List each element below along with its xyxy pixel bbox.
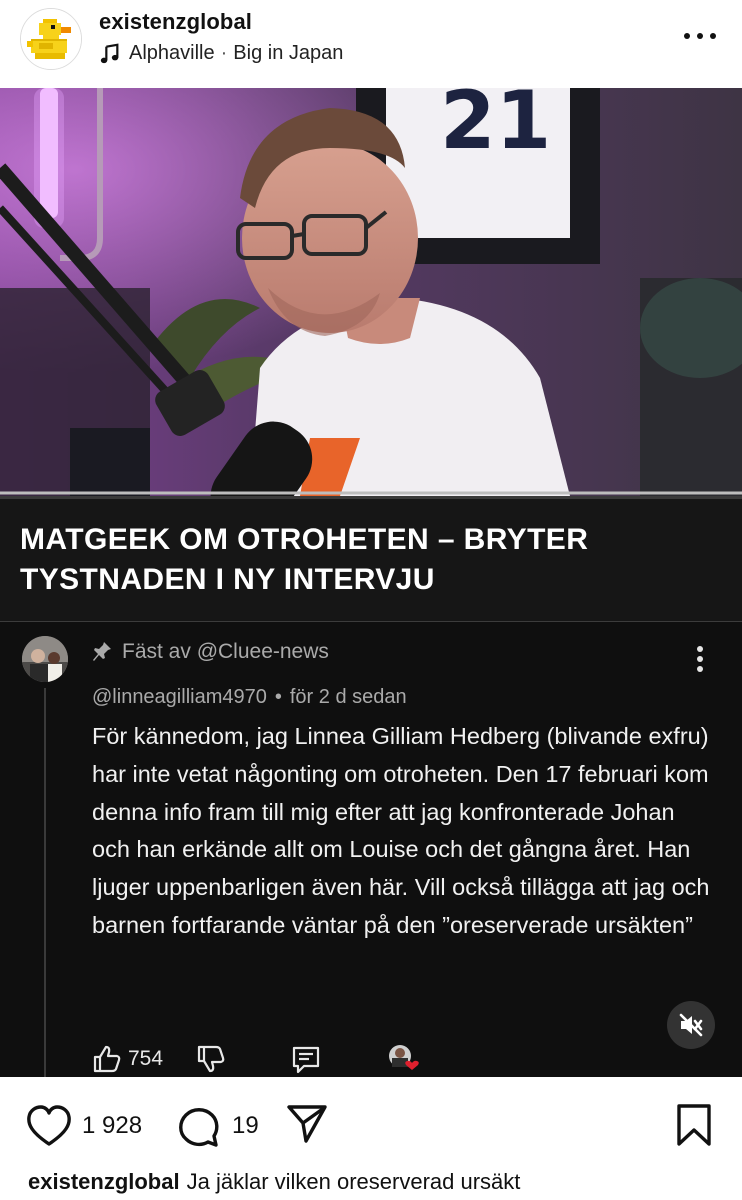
bookmark-icon	[677, 1104, 711, 1146]
comment-actions: 754	[92, 1042, 452, 1078]
thumbs-up-icon	[93, 1045, 121, 1073]
audio-info[interactable]: Alphaville · Big in Japan	[99, 42, 343, 65]
audio-separator: ·	[220, 42, 228, 64]
pin-icon	[93, 642, 111, 661]
commenter-avatar[interactable]	[22, 636, 68, 682]
duck-avatar-icon	[21, 9, 81, 69]
more-vertical-icon[interactable]	[696, 646, 704, 672]
music-note-icon	[100, 43, 119, 63]
video-frame[interactable]: 21	[0, 88, 742, 496]
svg-text:21: 21	[440, 88, 551, 167]
post-action-bar: 1 928 19 existenzglobal Ja jäklar vilken …	[0, 1077, 742, 1200]
mute-icon	[679, 1013, 703, 1037]
comment-icon	[179, 1108, 219, 1147]
commenter-photo	[22, 636, 68, 682]
like-count: 1 928	[82, 1112, 143, 1139]
audio-track: Big in Japan	[233, 42, 344, 64]
post-header: existenzglobal Alphaville · Big in Japan	[0, 0, 742, 88]
comment-time: för 2 d sedan	[289, 686, 407, 708]
mute-button[interactable]	[667, 1001, 715, 1049]
save-button[interactable]	[676, 1103, 712, 1152]
thread-line	[44, 688, 46, 1083]
pinned-comment: Fäst av @Cluee-news @linneagilliam4970 •…	[0, 622, 742, 1083]
heart-icon	[389, 1045, 419, 1070]
more-horizontal-icon[interactable]	[684, 30, 716, 42]
pinned-label-row: Fäst av @Cluee-news	[92, 640, 329, 664]
share-icon	[287, 1105, 327, 1143]
comment-count: 19	[232, 1112, 259, 1139]
creator-heart-badge	[384, 1042, 424, 1078]
post-caption: existenzglobal Ja jäklar vilken oreserver…	[28, 1169, 520, 1195]
share-button[interactable]	[286, 1103, 328, 1150]
comment-author[interactable]: @linneagilliam4970	[92, 686, 267, 709]
thumbs-down-icon	[197, 1045, 225, 1073]
comment-like-count: 754	[128, 1047, 164, 1070]
comment-text: För kännedom, jag Linnea Gilliam Hedberg…	[92, 723, 710, 938]
comment-reply-button[interactable]	[290, 1044, 322, 1076]
pinned-label: Fäst av @Cluee-news	[122, 640, 329, 663]
comment-button[interactable]: 19	[178, 1105, 259, 1147]
caption-text: Ja jäklar vilken oreserverad ursäkt	[186, 1169, 521, 1194]
comment-meta: @linneagilliam4970 • för 2 d sedan	[92, 686, 407, 709]
video-headline: MATGEEK OM OTROHETEN – BRYTER TYSTNADEN …	[20, 523, 589, 596]
reply-icon	[292, 1046, 320, 1074]
comment-like-button[interactable]: 754	[92, 1044, 163, 1074]
video-title-band: MATGEEK OM OTROHETEN – BRYTER TYSTNADEN …	[0, 496, 742, 622]
caption-username[interactable]: existenzglobal	[28, 1169, 180, 1194]
meta-separator: •	[274, 686, 282, 708]
post-username[interactable]: existenzglobal	[99, 9, 252, 35]
video-still-image: 21	[0, 88, 742, 496]
heart-icon	[27, 1105, 71, 1146]
profile-avatar[interactable]	[20, 8, 82, 70]
audio-artist: Alphaville	[129, 42, 215, 64]
comment-dislike-button[interactable]	[196, 1044, 226, 1074]
like-button[interactable]: 1 928	[26, 1105, 142, 1147]
